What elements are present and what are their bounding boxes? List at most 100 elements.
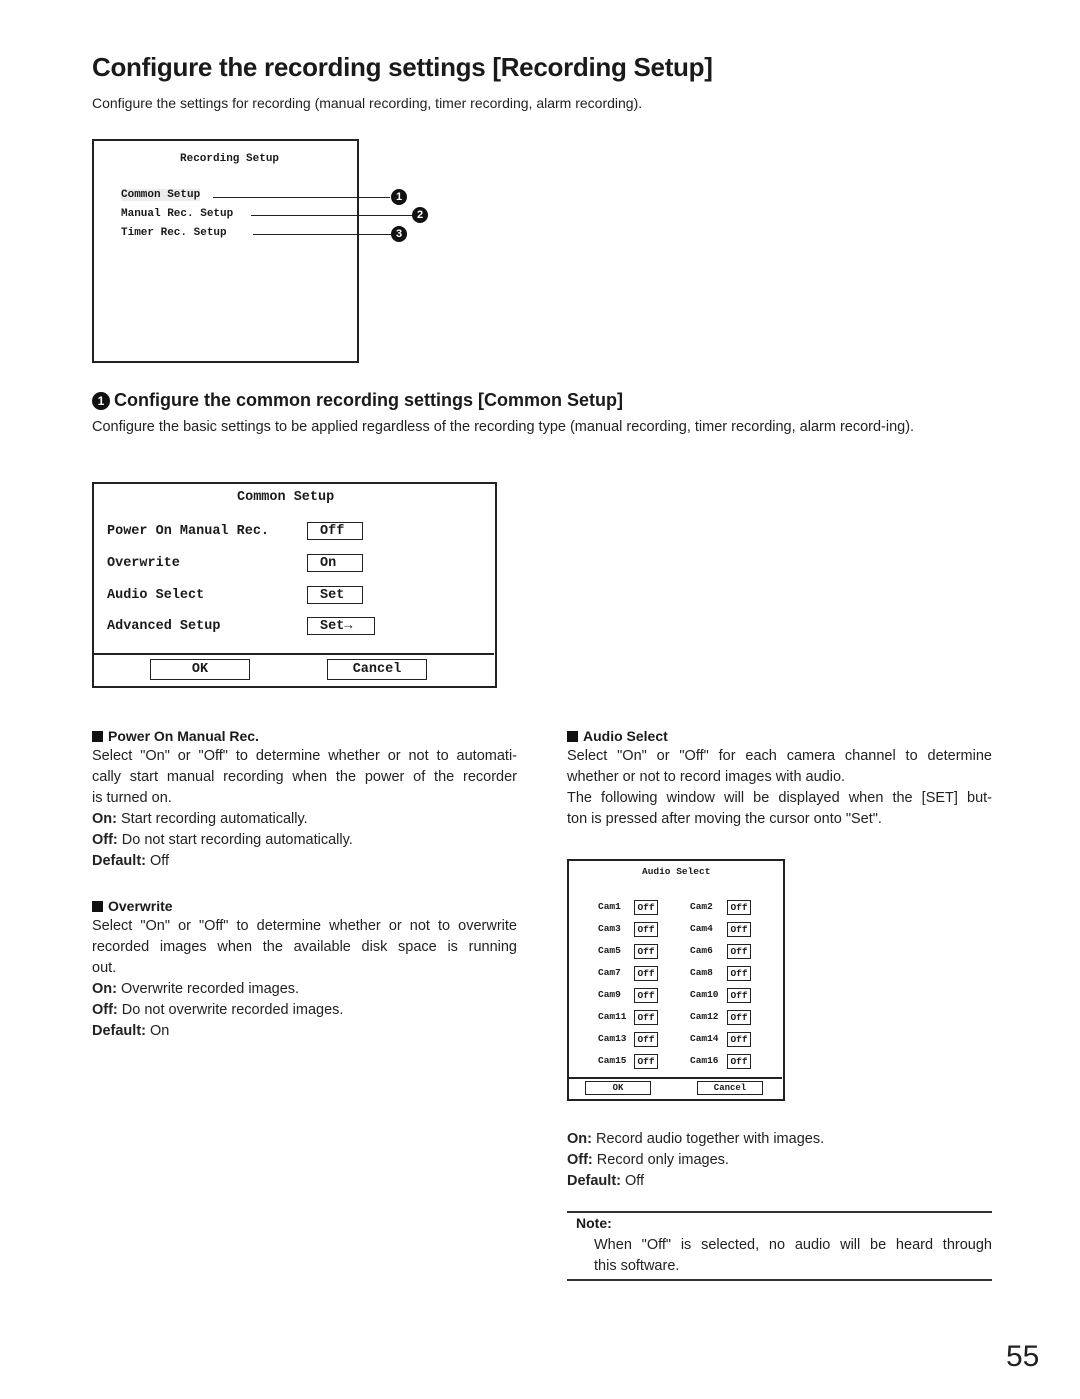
camera-audio-toggle[interactable]: Off [727,966,751,981]
paragraph-line: Select "On" or "Off" to determine whethe… [92,748,517,764]
on-option-line: On: Start recording automatically. [92,809,517,830]
paragraph-line: Select "On" or "Off" for each camera cha… [567,748,992,764]
on-text: Overwrite recorded images. [116,981,300,997]
note-text: When "Off" is selected, no audio will be… [594,1235,992,1277]
camera-label: Cam11 [598,1011,627,1022]
advanced-setup-label: Advanced Setup [107,619,221,634]
section-heading-text: Audio Select [583,728,668,744]
camera-label: Cam8 [690,967,713,978]
camera-label: Cam14 [690,1033,719,1044]
recording-setup-title: Recording Setup [180,153,280,165]
divider [568,1077,782,1079]
note-line: this software. [594,1258,680,1274]
on-option-line: On: Record audio together with images. [567,1129,992,1150]
common-setup-heading-text: Configure the common recording settings … [114,390,624,410]
camera-audio-toggle[interactable]: Off [727,900,751,915]
leader-line [251,215,412,216]
default-label: Default: [567,1173,621,1189]
off-text: Do not start recording automatically. [117,832,353,848]
on-label: On: [567,1131,592,1147]
camera-audio-toggle[interactable]: Off [727,944,751,959]
paragraph-line: ton is pressed after moving the cursor o… [567,811,882,827]
camera-audio-toggle[interactable]: Off [634,900,658,915]
common-setup-heading: 1 Configure the common recording setting… [92,390,623,411]
camera-audio-toggle[interactable]: Off [634,1010,658,1025]
audio-cancel-button[interactable]: Cancel [697,1081,763,1095]
common-setup-screen-title: Common Setup [237,490,335,505]
overwrite-button[interactable]: On [307,554,363,572]
menu-item-common-setup[interactable]: Common Setup [121,189,201,201]
overwrite-heading: Overwrite [92,898,517,914]
power-on-manual-rec-button[interactable]: Off [307,522,363,540]
leader-line [253,234,391,235]
camera-audio-toggle[interactable]: Off [634,944,658,959]
on-label: On: [92,811,117,827]
camera-label: Cam12 [690,1011,719,1022]
recording-setup-screen [92,139,359,363]
camera-label: Cam15 [598,1055,627,1066]
overwrite-section: Overwrite Select "On" or "Off" to determ… [92,898,517,1042]
camera-label: Cam9 [598,989,621,1000]
camera-audio-toggle[interactable]: Off [727,988,751,1003]
menu-item-timer-rec-setup[interactable]: Timer Rec. Setup [121,227,227,239]
page-title: Configure the recording settings [Record… [92,52,713,82]
callout-3-icon: 3 [391,226,407,242]
power-on-manual-rec-heading: Power On Manual Rec. [92,728,517,744]
paragraph-line: The following window will be displayed w… [567,790,992,806]
menu-item-manual-rec-setup[interactable]: Manual Rec. Setup [121,208,233,220]
camera-audio-toggle[interactable]: Off [634,988,658,1003]
paragraph-line: is turned on. [92,790,172,806]
square-bullet-icon [92,730,103,742]
off-label: Off: [92,832,118,848]
camera-audio-toggle[interactable]: Off [634,1032,658,1047]
camera-audio-toggle[interactable]: Off [727,1054,751,1069]
camera-audio-toggle[interactable]: Off [634,966,658,981]
common-setup-screen [92,482,497,688]
callout-1-icon: 1 [92,391,110,410]
leader-line [213,197,390,198]
camera-audio-toggle[interactable]: Off [634,1054,658,1069]
default-value: On [145,1023,170,1039]
off-text: Do not overwrite recorded images. [117,1002,344,1018]
off-option-line: Off: Do not overwrite recorded images. [92,1000,517,1021]
section-heading-text: Power On Manual Rec. [108,728,259,744]
camera-label: Cam10 [690,989,719,1000]
default-line: Default: On [92,1021,517,1042]
off-label: Off: [567,1152,593,1168]
paragraph-line: out. [92,960,117,976]
default-label: Default: [92,853,146,869]
common-setup-description: Configure the basic settings to be appli… [92,419,915,435]
audio-select-button[interactable]: Set [307,586,363,604]
camera-audio-toggle[interactable]: Off [727,922,751,937]
camera-label: Cam13 [598,1033,627,1044]
on-option-line: On: Overwrite recorded images. [92,979,517,1000]
paragraph-line: cally start manual recording when the po… [92,769,517,785]
callout-1-icon: 1 [391,189,407,205]
camera-label: Cam5 [598,945,621,956]
ok-button[interactable]: OK [150,659,250,680]
on-text: Start recording automatically. [116,811,308,827]
cancel-button[interactable]: Cancel [327,659,427,680]
camera-label: Cam1 [598,901,621,912]
audio-options: On: Record audio together with images. O… [567,1129,992,1192]
advanced-setup-button[interactable]: Set→ [307,617,375,635]
audio-ok-button[interactable]: OK [585,1081,651,1095]
callout-2-icon: 2 [412,207,428,223]
on-label: On: [92,981,117,997]
audio-select-screen-title: Audio Select [642,866,711,877]
camera-label: Cam4 [690,923,713,934]
off-label: Off: [92,1002,118,1018]
page-intro: Configure the settings for recording (ma… [92,95,643,111]
off-option-line: Off: Do not start recording automaticall… [92,830,517,851]
off-text: Record only images. [592,1152,729,1168]
camera-label: Cam7 [598,967,621,978]
power-on-manual-rec-section: Power On Manual Rec. Select "On" or "Off… [92,728,517,872]
camera-audio-toggle[interactable]: Off [727,1010,751,1025]
power-on-manual-rec-label: Power On Manual Rec. [107,524,270,539]
divider [93,653,494,655]
default-line: Default: Off [567,1171,992,1192]
on-text: Record audio together with images. [591,1131,825,1147]
paragraph-line: recorded images when the available disk … [92,939,517,955]
camera-audio-toggle[interactable]: Off [634,922,658,937]
camera-audio-toggle[interactable]: Off [727,1032,751,1047]
